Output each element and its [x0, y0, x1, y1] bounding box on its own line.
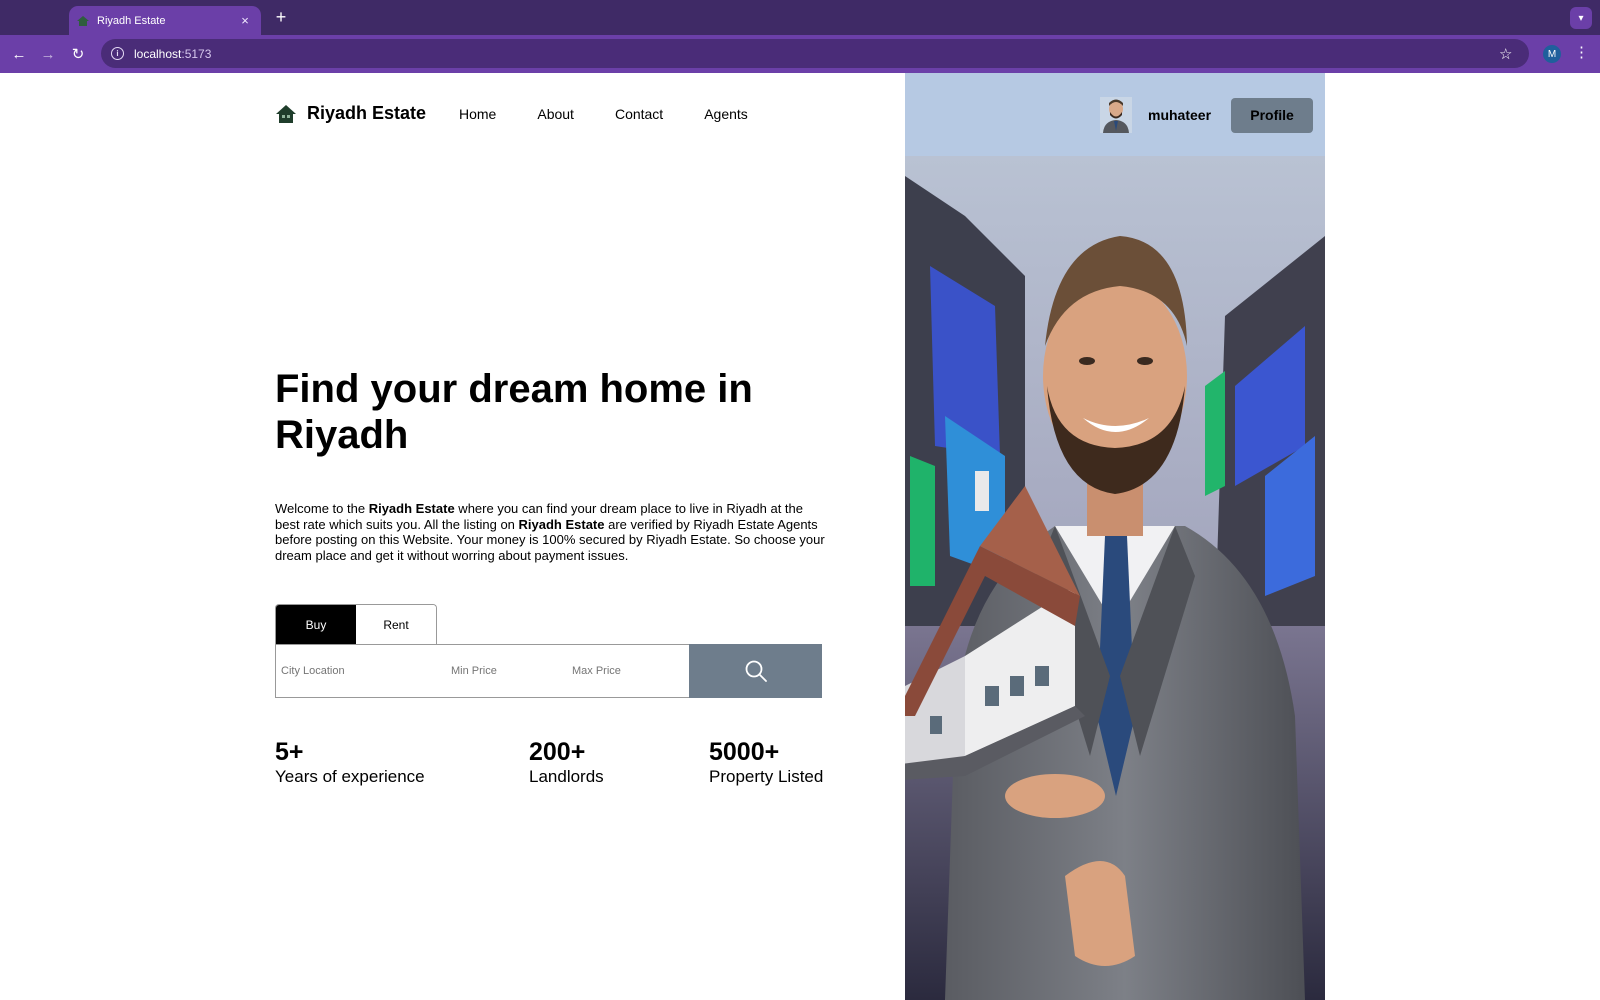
forward-icon[interactable]: → — [38, 44, 58, 64]
search-tabs: Buy Rent — [275, 604, 437, 645]
stat-properties: 5000+ Property Listed — [709, 738, 823, 788]
browser-profile-avatar[interactable]: M — [1543, 45, 1561, 63]
user-avatar[interactable] — [1100, 97, 1132, 133]
browser-tab-strip: Riyadh Estate × + ▾ — [0, 0, 1600, 35]
stat-label: Landlords — [529, 767, 604, 786]
nav-agents[interactable]: Agents — [704, 106, 748, 122]
stat-experience: 5+ Years of experience — [275, 738, 425, 788]
main-nav: Home About Contact Agents — [459, 106, 789, 122]
bookmark-star-icon[interactable]: ☆ — [1499, 45, 1512, 63]
house-logo-icon — [275, 104, 297, 124]
browser-toolbar: ← → ↻ i localhost:5173 ☆ M ⋮ — [0, 35, 1600, 73]
desc-brand-2: Riyadh Estate — [518, 516, 605, 532]
nav-contact[interactable]: Contact — [615, 106, 663, 122]
username[interactable]: muhateer — [1148, 107, 1211, 123]
url-port: :5173 — [181, 46, 212, 61]
stat-value: 5000+ — [709, 738, 780, 766]
address-bar[interactable]: i localhost:5173 — [101, 39, 1529, 68]
tab-rent[interactable]: Rent — [356, 605, 436, 645]
nav-home[interactable]: Home — [459, 106, 496, 122]
stat-landlords: 200+ Landlords — [529, 738, 604, 788]
browser-menu-icon[interactable]: ⋮ — [1574, 43, 1589, 63]
profile-button[interactable]: Profile — [1231, 97, 1314, 133]
tab-title: Riyadh Estate — [97, 14, 166, 27]
hero-title: Find your dream home in Riyadh — [275, 367, 753, 457]
brand-logo[interactable]: Riyadh Estate — [275, 103, 426, 124]
reload-icon[interactable]: ↻ — [68, 44, 88, 64]
search-icon — [745, 660, 767, 682]
tab-search-icon[interactable]: ▾ — [1570, 7, 1592, 29]
desc-brand-1: Riyadh Estate — [368, 501, 455, 516]
min-price-input[interactable] — [446, 645, 567, 697]
page: Riyadh Estate Home About Contact Agents … — [0, 73, 1600, 1000]
search-button[interactable] — [689, 644, 822, 698]
tab-buy[interactable]: Buy — [276, 605, 356, 645]
stat-value: 5+ — [275, 738, 304, 766]
desc-part-1: Welcome to the — [275, 501, 369, 516]
stat-label: Property Listed — [709, 767, 824, 786]
browser-tab[interactable]: Riyadh Estate × — [69, 6, 261, 35]
url-host: localhost — [134, 46, 182, 61]
max-price-input[interactable] — [567, 645, 684, 697]
user-area: muhateer Profile — [1100, 97, 1314, 133]
hero-agent-image — [905, 156, 1325, 1000]
site-info-icon[interactable]: i — [111, 47, 124, 60]
back-icon[interactable]: ← — [9, 44, 29, 64]
brand-name: Riyadh Estate — [307, 103, 427, 123]
favicon-icon — [77, 15, 89, 26]
new-tab-button[interactable]: + — [271, 7, 291, 27]
city-location-input[interactable] — [276, 645, 446, 697]
stat-value: 200+ — [529, 738, 586, 766]
stat-label: Years of experience — [275, 767, 425, 786]
search-bar — [275, 644, 822, 698]
tab-close-icon[interactable]: × — [237, 13, 253, 28]
nav-about[interactable]: About — [537, 106, 574, 122]
hero-description: Welcome to the Riyadh Estate where you c… — [275, 501, 825, 563]
